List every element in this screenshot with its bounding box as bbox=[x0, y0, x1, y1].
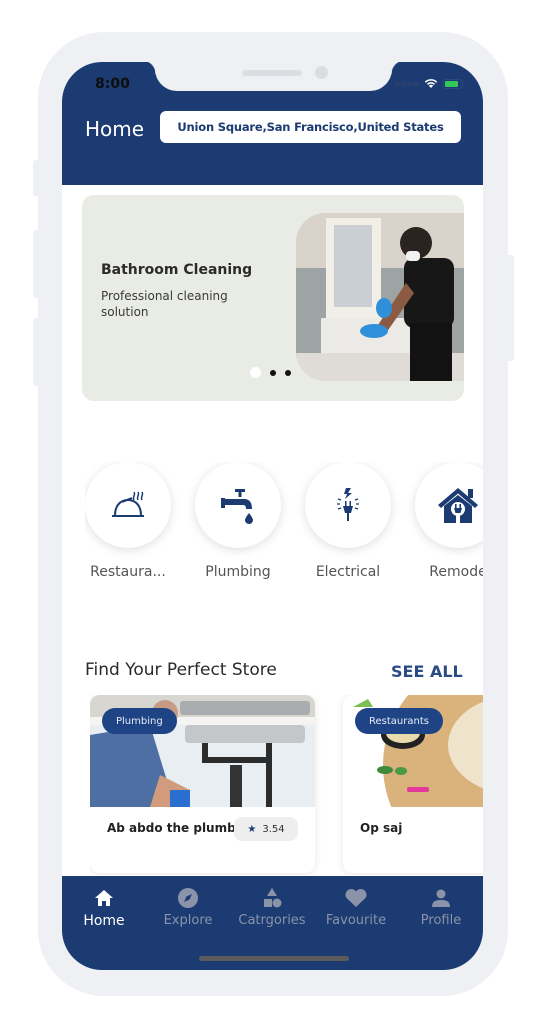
side-button bbox=[33, 230, 41, 298]
category-label: Restaura... bbox=[90, 564, 166, 580]
tab-favourite[interactable]: Favourite bbox=[314, 886, 398, 928]
store-category-tag: Plumbing bbox=[102, 708, 177, 734]
rating-value: 3.54 bbox=[262, 823, 285, 835]
notch bbox=[142, 62, 405, 91]
camera bbox=[315, 66, 328, 79]
tab-label: Favourite bbox=[325, 913, 387, 928]
page-title: Home bbox=[85, 117, 145, 141]
faucet-icon bbox=[221, 489, 253, 524]
location-selector[interactable]: Union Square,San Francisco,United States bbox=[160, 111, 461, 143]
tab-label: Catrgories bbox=[238, 913, 306, 928]
store-card[interactable]: Plumbing Ab abdo the plumber ★ 3.54 bbox=[90, 695, 315, 873]
app-header: 8:00 ●●●● Home Union Square,San Francisc… bbox=[62, 62, 483, 185]
shapes-icon bbox=[264, 888, 282, 908]
bottom-tab-bar: Home Explore Catrgories Favourite Profil… bbox=[62, 876, 483, 970]
tab-categories[interactable]: Catrgories bbox=[230, 886, 314, 928]
plug-icon bbox=[337, 488, 359, 521]
store-image: Restaurants bbox=[343, 695, 483, 807]
category-plumbing[interactable]: Plumbing bbox=[195, 462, 281, 580]
category-remodeling[interactable]: Remode bbox=[415, 462, 483, 580]
house-plug-icon bbox=[438, 488, 478, 523]
speaker bbox=[242, 70, 302, 76]
tab-profile[interactable]: Profile bbox=[399, 886, 483, 928]
category-label: Plumbing bbox=[205, 564, 271, 580]
carousel-dot[interactable] bbox=[270, 369, 276, 376]
tab-home[interactable]: Home bbox=[62, 886, 146, 929]
person-icon bbox=[432, 889, 450, 907]
cellular-signal-icon: ●●●● bbox=[394, 79, 419, 88]
tab-label: Profile bbox=[420, 913, 462, 928]
category-circle bbox=[85, 462, 171, 548]
tab-label: Home bbox=[83, 913, 125, 929]
carousel-dot-active[interactable] bbox=[250, 367, 261, 378]
home-icon bbox=[95, 890, 113, 906]
store-name: Op saj bbox=[360, 821, 403, 835]
phone-screen: 8:00 ●●●● Home Union Square,San Francisc… bbox=[62, 62, 483, 970]
compass-icon bbox=[178, 888, 198, 908]
carousel-dot[interactable] bbox=[285, 369, 291, 376]
home-indicator bbox=[199, 956, 349, 961]
category-label: Remode bbox=[429, 564, 483, 580]
heart-icon bbox=[345, 888, 367, 907]
store-list: Plumbing Ab abdo the plumber ★ 3.54 Rest… bbox=[90, 695, 483, 875]
tab-explore[interactable]: Explore bbox=[146, 886, 230, 928]
category-circle bbox=[305, 462, 391, 548]
category-electrical[interactable]: Electrical bbox=[305, 462, 391, 580]
banner-image bbox=[296, 213, 464, 381]
category-circle bbox=[415, 462, 483, 548]
category-label: Electrical bbox=[315, 564, 381, 580]
star-icon: ★ bbox=[247, 823, 257, 835]
restaurant-cloche-icon bbox=[112, 491, 144, 517]
rating-badge: ★ 3.54 bbox=[234, 817, 298, 841]
wifi-icon bbox=[424, 79, 438, 88]
side-button bbox=[33, 318, 41, 386]
store-image: Plumbing bbox=[90, 695, 315, 807]
location-text: Union Square,San Francisco,United States bbox=[177, 120, 444, 134]
see-all-link[interactable]: SEE ALL bbox=[391, 662, 463, 681]
store-card[interactable]: Restaurants Op saj bbox=[343, 695, 483, 873]
store-category-tag: Restaurants bbox=[355, 708, 443, 734]
promo-banner[interactable]: Bathroom Cleaning Professional cleaning … bbox=[82, 195, 464, 401]
side-button bbox=[33, 160, 41, 196]
status-time: 8:00 bbox=[95, 76, 130, 92]
category-restaurants[interactable]: Restaura... bbox=[85, 462, 171, 580]
category-circle bbox=[195, 462, 281, 548]
section-title: Find Your Perfect Store bbox=[85, 660, 277, 680]
banner-subtitle: Professional cleaning solution bbox=[101, 289, 228, 319]
battery-icon bbox=[443, 78, 463, 89]
category-list: Restaura... Plumbing Electrical Remode bbox=[85, 462, 483, 592]
store-name: Ab abdo the plumber bbox=[107, 821, 247, 835]
status-icons: ●●●● bbox=[395, 78, 463, 89]
carousel-dots bbox=[250, 367, 291, 378]
side-button bbox=[506, 255, 514, 361]
banner-title: Bathroom Cleaning bbox=[101, 262, 253, 278]
tab-label: Explore bbox=[163, 913, 213, 928]
